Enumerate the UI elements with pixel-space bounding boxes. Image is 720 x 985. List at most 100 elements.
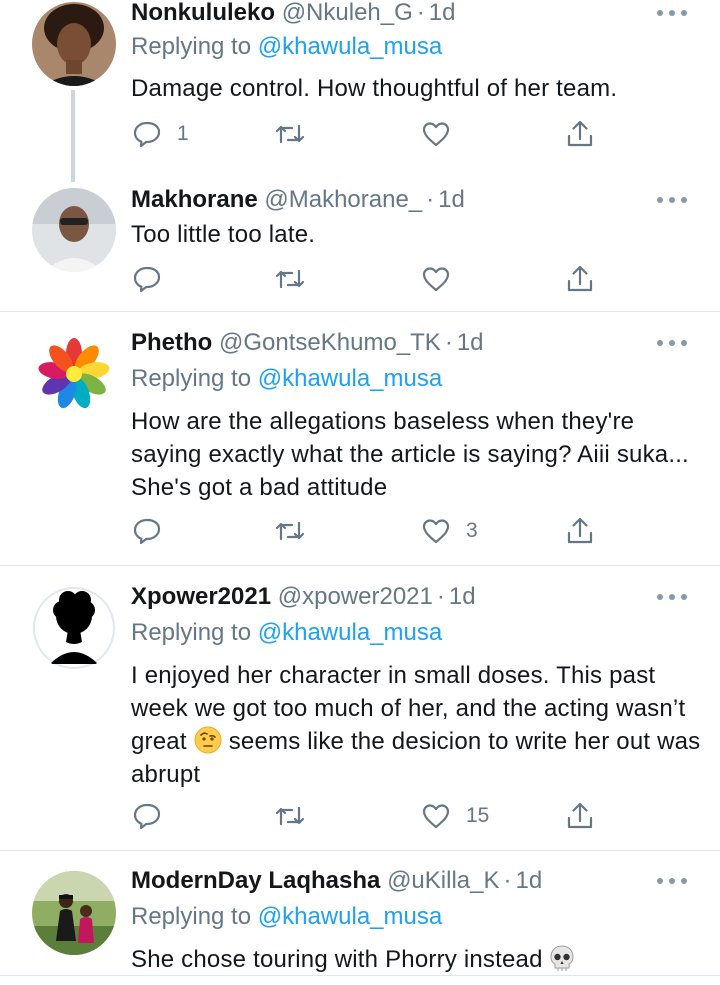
like-button[interactable] bbox=[420, 261, 466, 297]
share-button[interactable] bbox=[564, 798, 596, 834]
mention-link[interactable]: @khawula_musa bbox=[258, 33, 442, 60]
separator-dot: · bbox=[444, 329, 453, 356]
replying-to-label: Replying to bbox=[131, 365, 252, 392]
tweet-phetho[interactable]: Phetho @GontseKhumo_TK · 1d Replying to @k… bbox=[0, 312, 720, 565]
heart-icon bbox=[422, 519, 450, 544]
reply-button[interactable] bbox=[131, 798, 177, 834]
user-handle[interactable]: @Makhorane_ bbox=[264, 186, 422, 213]
tweet-actions: 15 bbox=[0, 798, 720, 834]
share-icon bbox=[567, 265, 593, 292]
share-button[interactable] bbox=[564, 116, 596, 152]
tweet-header: Xpower2021 @xpower2021 · 1d bbox=[131, 582, 476, 612]
replying-to-label: Replying to bbox=[131, 619, 252, 646]
tweet-text: Damage control. How thoughtful of her te… bbox=[131, 75, 618, 102]
tweet-modernday-laqhasha[interactable]: ModernDay Laqhasha @uKilla_K · 1d Replying… bbox=[0, 851, 720, 985]
more-options-icon[interactable] bbox=[657, 195, 687, 205]
retweet-icon bbox=[275, 124, 305, 144]
display-name[interactable]: ModernDay Laqhasha bbox=[131, 867, 380, 894]
share-icon bbox=[567, 517, 593, 544]
separator-dot: · bbox=[426, 186, 435, 213]
tweet-text: How are the allegations baseless when th… bbox=[131, 408, 689, 501]
replying-to: Replying to @khawula_musa bbox=[131, 902, 442, 932]
heart-icon bbox=[422, 267, 450, 292]
avatar[interactable] bbox=[32, 871, 116, 955]
reply-count: 1 bbox=[177, 122, 189, 145]
like-count: 15 bbox=[466, 804, 490, 827]
user-handle[interactable]: @xpower2021 bbox=[278, 583, 433, 610]
replying-to: Replying to @khawula_musa bbox=[131, 618, 442, 648]
reply-icon bbox=[133, 121, 161, 148]
like-button[interactable]: 15 bbox=[420, 798, 489, 834]
separator-dot: · bbox=[416, 0, 425, 26]
heart-icon bbox=[422, 122, 450, 147]
more-options-icon[interactable] bbox=[657, 876, 687, 886]
display-name[interactable]: Xpower2021 bbox=[131, 583, 271, 610]
skull-emoji bbox=[547, 943, 577, 973]
more-options-icon[interactable] bbox=[657, 8, 687, 18]
retweet-button[interactable] bbox=[274, 261, 306, 297]
replying-to: Replying to @khawula_musa bbox=[131, 364, 442, 394]
user-handle[interactable]: @Nkuleh_G bbox=[282, 0, 413, 26]
retweet-icon bbox=[275, 521, 305, 541]
tweet-header: Makhorane @Makhorane_ · 1d bbox=[131, 185, 465, 215]
face-with-raised-eyebrow-emoji bbox=[193, 725, 223, 755]
like-button[interactable]: 3 bbox=[420, 513, 478, 549]
tweet-header: Nonkululeko @Nkuleh_G · 1d bbox=[131, 0, 455, 28]
reply-icon bbox=[133, 266, 161, 293]
avatar[interactable] bbox=[32, 586, 116, 670]
tweet-text: Too little too late. bbox=[131, 221, 316, 248]
tweet-makhorane[interactable]: Makhorane @Makhorane_ · 1d Too little too … bbox=[0, 170, 720, 310]
user-handle[interactable]: @GontseKhumo_TK bbox=[219, 329, 441, 356]
user-handle[interactable]: @uKilla_K bbox=[387, 867, 499, 894]
tweet-header: Phetho @GontseKhumo_TK · 1d bbox=[131, 328, 484, 358]
tweet-header: ModernDay Laqhasha @uKilla_K · 1d bbox=[131, 866, 542, 896]
display-name[interactable]: Makhorane bbox=[131, 186, 258, 213]
share-icon bbox=[567, 802, 593, 829]
avatar[interactable] bbox=[32, 332, 116, 416]
retweet-button[interactable] bbox=[274, 513, 306, 549]
reply-button[interactable] bbox=[131, 261, 177, 297]
display-name[interactable]: Nonkululeko bbox=[131, 0, 275, 26]
avatar[interactable] bbox=[32, 188, 116, 272]
heart-icon bbox=[422, 804, 450, 829]
retweet-icon bbox=[275, 806, 305, 826]
mention-link[interactable]: @khawula_musa bbox=[258, 365, 442, 392]
tweet-text: She chose touring with Phorry instead bbox=[131, 943, 701, 976]
tweet-divider bbox=[0, 975, 720, 976]
timestamp[interactable]: 1d bbox=[515, 867, 542, 894]
reply-button[interactable] bbox=[131, 513, 177, 549]
timestamp[interactable]: 1d bbox=[449, 583, 476, 610]
tweet-nonkululeko[interactable]: Nonkululeko @Nkuleh_G · 1d Replying to @kh… bbox=[0, 0, 720, 182]
more-options-icon[interactable] bbox=[657, 338, 687, 348]
tweet-actions bbox=[0, 261, 720, 297]
mention-link[interactable]: @khawula_musa bbox=[258, 619, 442, 646]
tweet-text-part-1: She chose touring with Phorry instead bbox=[131, 946, 543, 973]
share-icon bbox=[567, 120, 593, 147]
tweet-text: I enjoyed her character in small doses. … bbox=[131, 659, 701, 791]
retweet-button[interactable] bbox=[274, 798, 306, 834]
reply-icon bbox=[133, 518, 161, 545]
reply-icon bbox=[133, 803, 161, 830]
retweet-icon bbox=[275, 269, 305, 289]
replying-to-label: Replying to bbox=[131, 903, 252, 930]
retweet-button[interactable] bbox=[274, 116, 306, 152]
tweet-actions: 1 bbox=[0, 116, 720, 152]
separator-dot: · bbox=[503, 867, 512, 894]
like-count: 3 bbox=[466, 519, 478, 542]
share-button[interactable] bbox=[564, 513, 596, 549]
like-button[interactable] bbox=[420, 116, 466, 152]
reply-button[interactable]: 1 bbox=[131, 116, 189, 152]
display-name[interactable]: Phetho bbox=[131, 329, 212, 356]
share-button[interactable] bbox=[564, 261, 596, 297]
avatar[interactable] bbox=[32, 2, 116, 86]
tweet-xpower2021[interactable]: Xpower2021 @xpower2021 · 1d Replying to @k… bbox=[0, 566, 720, 850]
timestamp[interactable]: 1d bbox=[457, 329, 484, 356]
replying-to-label: Replying to bbox=[131, 33, 252, 60]
timestamp[interactable]: 1d bbox=[429, 0, 456, 26]
separator-dot: · bbox=[436, 583, 445, 610]
mention-link[interactable]: @khawula_musa bbox=[258, 903, 442, 930]
more-options-icon[interactable] bbox=[657, 592, 687, 602]
tweet-actions: 3 bbox=[0, 513, 720, 549]
replying-to: Replying to @khawula_musa bbox=[131, 32, 442, 62]
timestamp[interactable]: 1d bbox=[438, 186, 465, 213]
